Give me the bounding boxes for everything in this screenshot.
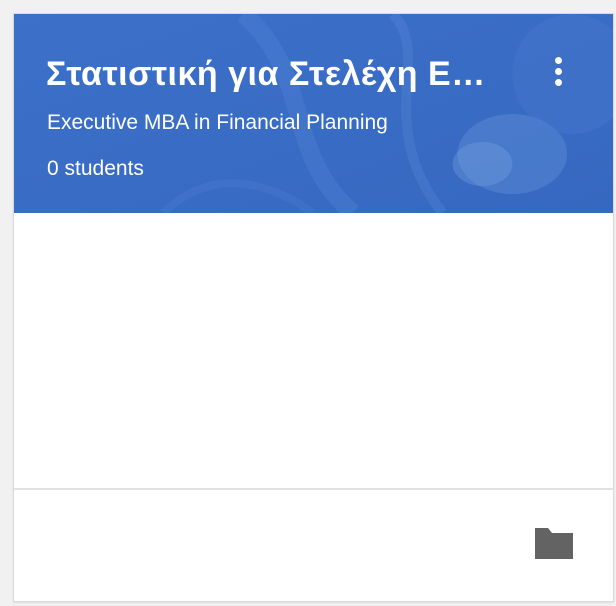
card-divider <box>14 488 613 490</box>
open-folder-button[interactable] <box>532 524 580 568</box>
class-section: Executive MBA in Financial Planning <box>47 111 388 134</box>
class-title[interactable]: Στατιστική για Στελέχη Επιχειρήσεων <box>46 54 496 94</box>
more-options-button[interactable] <box>544 52 574 92</box>
class-card[interactable]: Στατιστική για Στελέχη Επιχειρήσεων Exec… <box>13 13 614 602</box>
student-count: 0 students <box>47 157 144 180</box>
card-header[interactable]: Στατιστική για Στελέχη Επιχειρήσεων Exec… <box>14 14 613 213</box>
folder-icon <box>535 528 573 559</box>
